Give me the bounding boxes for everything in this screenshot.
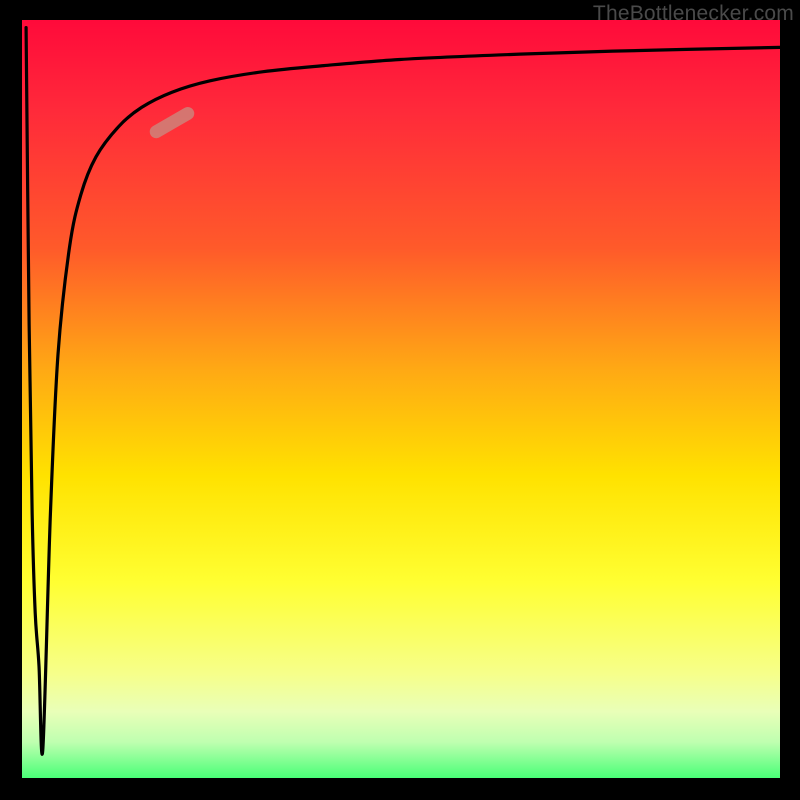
chart-container: TheBottlenecker.com: [0, 0, 800, 800]
plot-gradient-area: [20, 20, 780, 780]
x-axis: [20, 778, 780, 780]
y-axis: [20, 20, 22, 780]
attribution-label: TheBottlenecker.com: [593, 2, 794, 26]
